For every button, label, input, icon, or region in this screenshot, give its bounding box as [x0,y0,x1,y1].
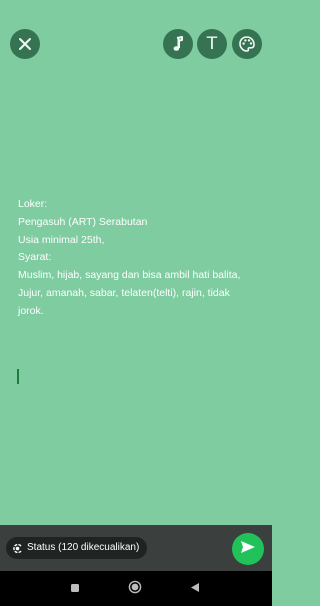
bottom-bar: Status (120 dikecualikan) [0,525,272,571]
send-button[interactable] [232,533,264,565]
status-composer-screen: T Loker: Pengasuh (ART) Serabutan Usia m… [0,0,272,606]
back-icon [190,580,200,598]
palette-icon [238,35,256,53]
home-button[interactable] [126,580,144,598]
text-cursor [17,369,19,384]
status-privacy-icon [12,543,23,554]
send-icon [240,540,256,559]
text-style-icon: T [206,33,218,54]
system-navigation-bar [0,571,272,606]
status-audience-selector[interactable]: Status (120 dikecualikan) [6,537,148,559]
close-button[interactable] [10,29,40,59]
status-bar [0,0,272,20]
status-audience-label: Status (120 dikecualikan) [27,542,140,553]
recents-button[interactable] [66,580,84,598]
close-icon [18,37,32,51]
text-style-button[interactable]: T [197,29,227,59]
recents-icon [70,580,80,598]
music-button[interactable] [163,29,193,59]
home-icon [128,580,142,599]
music-note-icon [171,36,185,52]
back-button[interactable] [186,580,204,598]
status-text-content[interactable]: Loker: Pengasuh (ART) Serabutan Usia min… [18,196,256,321]
color-palette-button[interactable] [232,29,262,59]
